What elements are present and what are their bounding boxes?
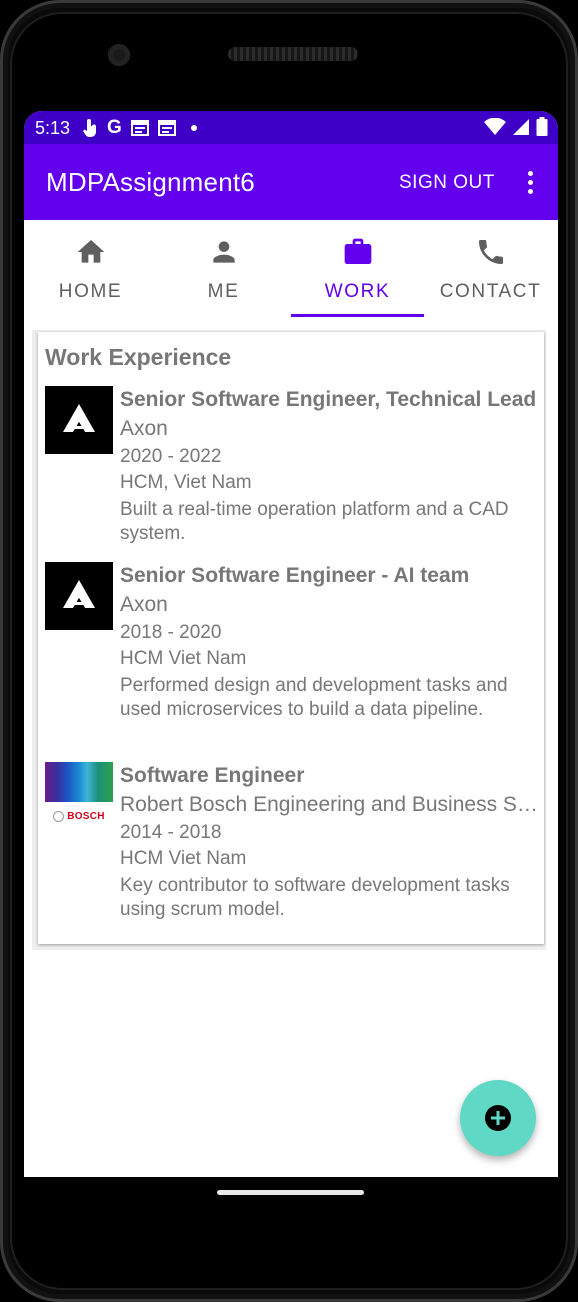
tab-me[interactable]: ME <box>157 220 290 320</box>
notification-icons: G <box>82 118 197 138</box>
device-screen: 5:13 G MDPAssignment6 SIGN OUT HOME ME W… <box>24 111 558 1177</box>
job-years: 2014 - 2018 <box>120 822 222 843</box>
status-bar: 5:13 G <box>24 111 558 144</box>
app-title: MDPAssignment6 <box>46 167 255 197</box>
job-description: Built a real-time operation platform and… <box>120 499 509 544</box>
job-description: Performed design and development tasks a… <box>120 675 508 720</box>
job-company: Axon <box>120 593 168 616</box>
bosch-emblem-icon <box>53 810 65 822</box>
front-camera <box>109 45 129 65</box>
tab-home[interactable]: HOME <box>24 220 157 320</box>
job-details: Senior Software Engineer - AI team Axon … <box>120 562 540 722</box>
home-icon <box>77 240 104 263</box>
dot-icon <box>190 125 197 131</box>
person-icon <box>212 241 235 263</box>
bosch-logo: BOSCH <box>45 762 113 830</box>
battery-icon <box>536 117 548 136</box>
overflow-menu-icon[interactable] <box>520 168 540 198</box>
tab-home-label: HOME <box>58 281 123 302</box>
app-bar: MDPAssignment6 SIGN OUT <box>24 144 558 220</box>
job-title: Senior Software Engineer, Technical Lead <box>120 388 537 411</box>
tab-indicator <box>291 314 424 317</box>
job-years: 2018 - 2020 <box>120 622 222 643</box>
bosch-logo-text: BOSCH <box>67 810 105 822</box>
google-icon: G <box>107 117 122 138</box>
home-gesture-bar[interactable] <box>217 1190 364 1195</box>
job-title: Software Engineer <box>120 764 305 787</box>
job-details: Senior Software Engineer, Technical Lead… <box>120 386 540 546</box>
calendar-icon <box>157 120 176 136</box>
add-circle-icon <box>485 1105 511 1131</box>
section-heading: Work Experience <box>45 344 232 370</box>
briefcase-icon <box>344 238 371 264</box>
job-location: HCM Viet Nam <box>120 848 247 869</box>
tab-work[interactable]: WORK <box>291 220 424 320</box>
job-title: Senior Software Engineer - AI team <box>120 564 470 587</box>
job-company: Robert Bosch Engineering and Business So… <box>120 793 540 816</box>
signal-icon <box>513 118 529 135</box>
phone-frame: 5:13 G MDPAssignment6 SIGN OUT HOME ME W… <box>0 0 578 1302</box>
job-years: 2020 - 2022 <box>120 446 222 467</box>
tab-contact-label: CONTACT <box>439 281 542 302</box>
job-details: Software Engineer Robert Bosch Engineeri… <box>120 762 540 922</box>
add-fab-button[interactable] <box>460 1080 536 1156</box>
system-icons <box>484 117 548 136</box>
tab-me-label: ME <box>207 281 240 302</box>
tab-contact[interactable]: CONTACT <box>424 220 557 320</box>
tab-work-label: WORK <box>324 281 391 302</box>
job-location: HCM Viet Nam <box>120 648 247 669</box>
work-section: Work Experience Senior Software Engineer… <box>32 330 546 950</box>
work-experience-card: Work Experience Senior Software Engineer… <box>38 332 544 944</box>
job-company: Axon <box>120 417 168 440</box>
job-location: HCM, Viet Nam <box>120 472 252 493</box>
job-description: Key contributor to software development … <box>120 875 510 920</box>
phone-icon <box>478 240 503 264</box>
earpiece-speaker <box>228 47 358 61</box>
calendar-icon <box>130 120 149 136</box>
tab-bar: HOME ME WORK CONTACT <box>24 220 558 320</box>
wifi-icon <box>484 117 506 135</box>
touch-icon <box>83 118 97 137</box>
sign-out-button[interactable]: SIGN OUT <box>399 172 495 194</box>
axon-logo <box>45 562 113 630</box>
axon-logo <box>45 386 113 454</box>
status-time: 5:13 <box>35 118 71 138</box>
